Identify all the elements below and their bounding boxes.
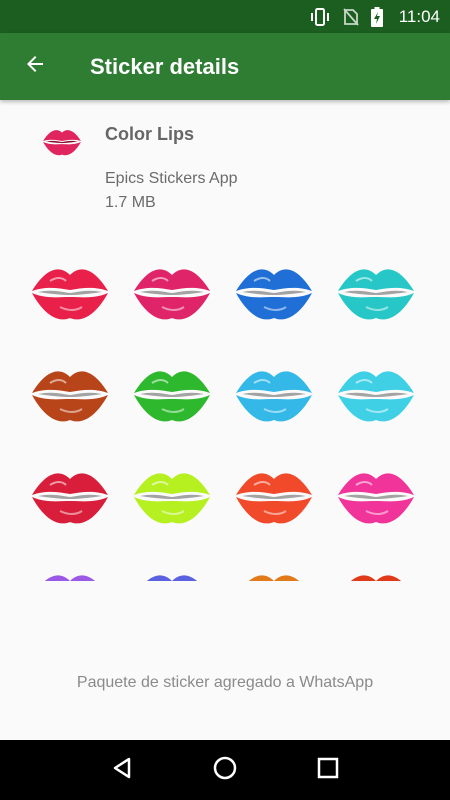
sticker-lime-lips[interactable] <box>132 455 212 535</box>
sticker-green-lips[interactable] <box>132 353 212 433</box>
pack-added-status: Paquete de sticker agregado a WhatsApp <box>76 674 374 691</box>
nav-home-button[interactable] <box>200 745 250 795</box>
back-triangle-icon <box>111 756 133 785</box>
page-title: Sticker details <box>90 53 240 79</box>
lips-icon <box>338 269 414 320</box>
back-button[interactable] <box>0 33 70 100</box>
vibrate-icon <box>309 7 331 26</box>
pack-tray-image <box>36 120 88 162</box>
sticker-red-lips[interactable] <box>30 251 110 331</box>
lips-icon <box>32 371 108 422</box>
sticker-magenta-lips[interactable] <box>336 455 416 535</box>
lips-icon <box>32 473 108 524</box>
sticker-purple-lips[interactable] <box>30 557 110 581</box>
nav-recents-button[interactable] <box>303 745 353 795</box>
status-bar: 11:04 <box>0 0 450 33</box>
lips-icon <box>134 269 210 320</box>
lips-icon <box>338 371 414 422</box>
sticker-orange-red-lips[interactable] <box>234 455 314 535</box>
pack-name: Color Lips <box>105 124 194 144</box>
lips-icon <box>147 575 197 581</box>
status-clock: 11:04 <box>398 6 440 26</box>
pack-publisher: Epics Stickers App <box>105 170 238 187</box>
sticker-blue-lips[interactable] <box>234 251 314 331</box>
sticker-amber-lips[interactable] <box>234 557 314 581</box>
sticker-indigo-lips[interactable] <box>132 557 212 581</box>
lips-icon <box>236 371 312 422</box>
lips-icon <box>236 269 312 320</box>
battery-charging-icon <box>370 6 383 27</box>
lips-icon <box>32 269 108 320</box>
lips-icon <box>249 575 299 581</box>
sticker-dark-red-lips[interactable] <box>30 455 110 535</box>
pack-size: 1.7 MB <box>105 194 156 211</box>
sticker-grid <box>0 243 450 581</box>
sticker-aqua-lips[interactable] <box>336 353 416 433</box>
lips-icon <box>45 575 95 581</box>
sticker-sky-blue-lips[interactable] <box>234 353 314 433</box>
lips-icon <box>134 473 210 524</box>
sticker-crimson-pink-lips[interactable] <box>132 251 212 331</box>
lips-icon <box>351 575 401 581</box>
no-sim-icon <box>343 7 359 26</box>
system-nav-bar <box>0 740 450 800</box>
recents-square-icon <box>317 757 339 784</box>
home-circle-icon <box>213 756 237 785</box>
sticker-brown-lips[interactable] <box>30 353 110 433</box>
lips-icon <box>134 371 210 422</box>
nav-back-button[interactable] <box>97 745 147 795</box>
sticker-scarlet-lips[interactable] <box>336 557 416 581</box>
pack-header <box>0 100 450 230</box>
sticker-turquoise-lips[interactable] <box>336 251 416 331</box>
status-icons: 11:04 <box>309 0 440 33</box>
lips-icon <box>338 473 414 524</box>
arrow-back-icon <box>23 52 47 81</box>
app-bar: Sticker details <box>0 33 450 100</box>
lips-icon <box>236 473 312 524</box>
